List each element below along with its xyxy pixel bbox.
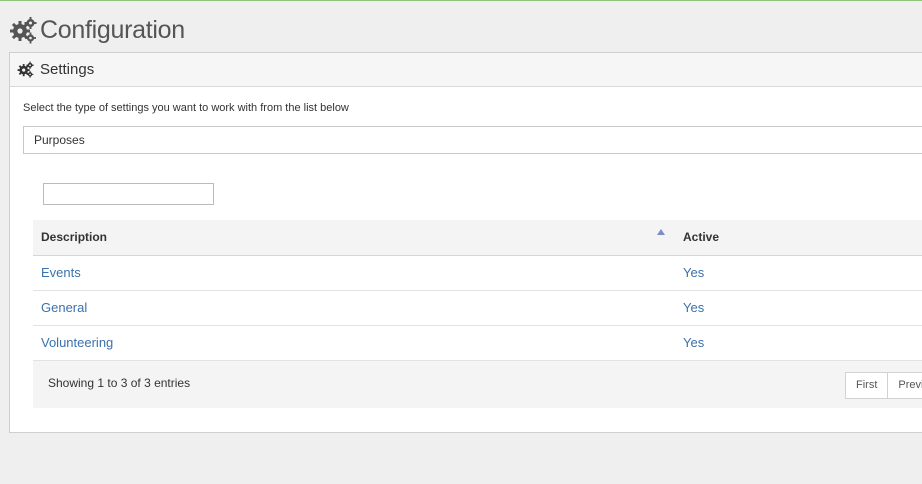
- panel-heading: Settings: [10, 53, 922, 87]
- table-row: General Yes: [33, 290, 922, 326]
- page-title: Configuration: [40, 15, 185, 44]
- table-row: Events Yes: [33, 255, 922, 291]
- gears-icon: [17, 61, 34, 78]
- gears-icon: [10, 17, 37, 44]
- column-header-description[interactable]: Description: [33, 220, 675, 256]
- settings-type-selected-value: Purposes: [34, 133, 85, 147]
- row-description-link[interactable]: Volunteering: [41, 335, 113, 350]
- table-row: Volunteering Yes: [33, 325, 922, 361]
- top-accent-line: [0, 0, 922, 1]
- pager-previous-button[interactable]: Previous: [887, 372, 922, 399]
- settings-panel: Settings Select the type of settings you…: [9, 52, 922, 433]
- row-active-link[interactable]: Yes: [683, 265, 704, 280]
- table-footer: Showing 1 to 3 of 3 entries First Previo…: [33, 361, 922, 408]
- table-header-row: Description Active: [33, 220, 922, 256]
- row-description-link[interactable]: General: [41, 300, 87, 315]
- settings-table: Description Active Events Yes General Ye…: [33, 220, 922, 361]
- instructions-text: Select the type of settings you want to …: [23, 102, 349, 114]
- column-header-active[interactable]: Active: [675, 220, 922, 256]
- panel-title: Settings: [40, 61, 95, 78]
- settings-type-select[interactable]: Purposes: [23, 126, 922, 154]
- row-active-link[interactable]: Yes: [683, 335, 704, 350]
- sort-ascending-icon: [657, 229, 665, 235]
- row-description-link[interactable]: Events: [41, 265, 81, 280]
- settings-table-wrapper: Description Active Events Yes General Ye…: [33, 220, 922, 361]
- table-info-text: Showing 1 to 3 of 3 entries: [48, 376, 191, 390]
- search-input[interactable]: [43, 183, 214, 205]
- pagination: First Previous: [845, 372, 922, 399]
- page-header: Configuration: [9, 12, 185, 48]
- row-active-link[interactable]: Yes: [683, 300, 704, 315]
- pager-first-button[interactable]: First: [845, 372, 889, 399]
